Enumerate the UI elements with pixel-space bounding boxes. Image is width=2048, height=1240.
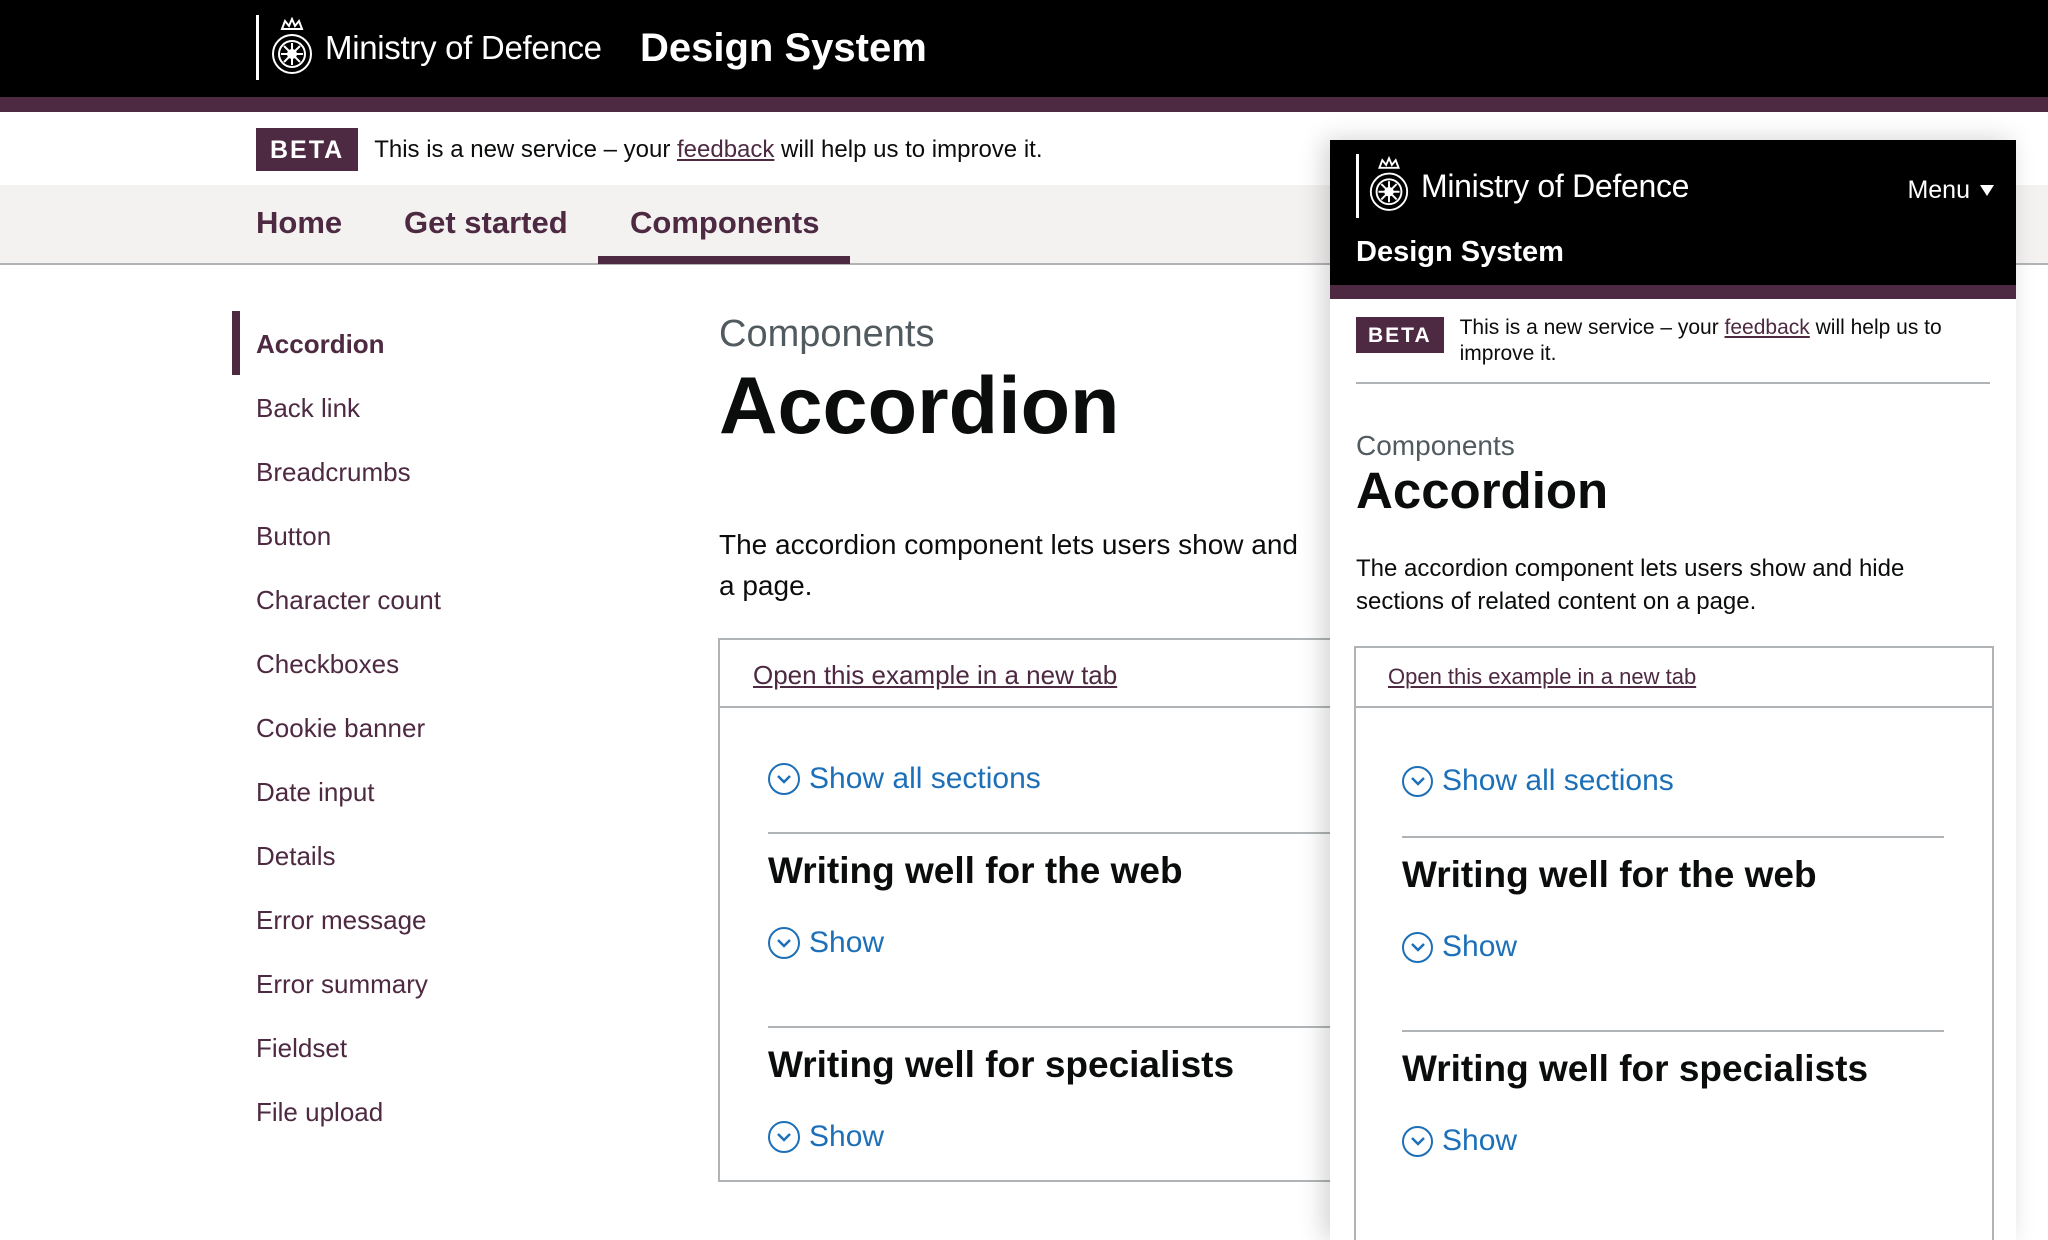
accordion-divider (1402, 836, 1944, 838)
service-title[interactable]: Design System (1356, 236, 1564, 269)
nav-item-home[interactable]: Home (256, 205, 342, 241)
sidebar-item-error-message[interactable]: Error message (256, 905, 427, 936)
phase-banner: BETA This is a new service – your feedba… (1356, 315, 1990, 367)
page-caption: Components (1356, 430, 1515, 461)
sidebar-item-back-link[interactable]: Back link (256, 393, 360, 424)
accordion-heading-2[interactable]: Writing well for specialists (768, 1044, 1234, 1086)
phase-banner: BETA This is a new service – your feedba… (256, 128, 1043, 171)
mobile-logo-link[interactable]: Ministry of Defence (1356, 154, 1689, 218)
accordion-show-button-1[interactable]: Show (1402, 930, 1517, 964)
chevron-down-icon (768, 927, 800, 959)
feedback-link[interactable]: feedback (1725, 316, 1810, 339)
accordion-divider (1402, 1030, 1944, 1032)
royal-crest-icon (1369, 156, 1409, 211)
nav-item-components[interactable]: Components (630, 205, 819, 241)
mobile-header: Ministry of Defence Menu Design System (1330, 140, 2016, 285)
sidebar-item-breadcrumbs[interactable]: Breadcrumbs (256, 457, 411, 488)
sidebar-item-cookie-banner[interactable]: Cookie banner (256, 713, 425, 744)
mobile-preview: Ministry of Defence Menu Design System B… (1330, 140, 2016, 1240)
lead-line-1: The accordion component lets users show … (719, 529, 1298, 560)
accordion-show-label-1: Show (809, 926, 885, 959)
sidebar-item-date-input[interactable]: Date input (256, 777, 375, 808)
example-frame: Open this example in a new tab Show all … (718, 638, 1422, 1182)
accordion-show-button-1[interactable]: Show (768, 926, 884, 960)
org-name: Ministry of Defence (1421, 167, 1690, 204)
accordion-heading-1[interactable]: Writing well for the web (1402, 854, 1817, 896)
show-all-label: Show all sections (1442, 764, 1674, 797)
header-stripe (1330, 285, 2016, 299)
sidebar-item-character-count[interactable]: Character count (256, 585, 441, 616)
open-example-link[interactable]: Open this example in a new tab (753, 660, 1117, 691)
chevron-down-icon (768, 1121, 800, 1153)
page-title: Accordion (719, 361, 1120, 451)
phase-banner-divider (1356, 382, 1990, 384)
chevron-down-icon (1402, 765, 1433, 797)
header-stripe (0, 97, 2048, 112)
sidebar-item-file-upload[interactable]: File upload (256, 1097, 383, 1128)
sidebar-item-fieldset[interactable]: Fieldset (256, 1033, 347, 1064)
logo-divider (256, 15, 259, 80)
lead-paragraph: The accordion component lets users show … (1356, 555, 1905, 615)
sidebar-item-details[interactable]: Details (256, 841, 335, 872)
example-frame: Open this example in a new tab Show all … (1354, 646, 1994, 1240)
site-header: Ministry of Defence Design System (0, 0, 2048, 97)
open-example-link[interactable]: Open this example in a new tab (1388, 664, 1696, 690)
service-title[interactable]: Design System (640, 26, 927, 71)
show-all-sections-button[interactable]: Show all sections (768, 762, 1041, 796)
page-title: Accordion (1356, 462, 1609, 519)
triangle-down-icon (1980, 185, 1994, 196)
phase-text-after: will help us to improve it. (774, 135, 1043, 163)
example-toolbar: Open this example in a new tab (720, 640, 1420, 708)
header-logo-link[interactable]: Ministry of Defence (256, 15, 602, 80)
accordion-show-button-2[interactable]: Show (1402, 1124, 1517, 1158)
chevron-down-icon (768, 763, 800, 795)
accordion-heading-1[interactable]: Writing well for the web (768, 850, 1183, 892)
show-all-label: Show all sections (809, 762, 1041, 795)
page-caption: Components (719, 313, 935, 355)
lead-paragraph: The accordion component lets users show … (719, 524, 1339, 606)
accordion-show-label-2: Show (809, 1120, 885, 1153)
phase-banner-text: This is a new service – your feedback wi… (1460, 315, 1990, 367)
lead-line-2: a page. (719, 570, 813, 601)
nav-item-get-started[interactable]: Get started (404, 205, 568, 241)
beta-tag: BETA (1356, 317, 1444, 353)
sidebar-item-error-summary[interactable]: Error summary (256, 969, 428, 1000)
accordion-divider (768, 1026, 1420, 1028)
sidebar-item-button[interactable]: Button (256, 521, 331, 552)
menu-toggle-button[interactable]: Menu (1907, 176, 1994, 205)
logo-divider (1356, 154, 1359, 218)
example-toolbar: Open this example in a new tab (1356, 648, 1992, 708)
accordion-divider (768, 832, 1420, 834)
royal-crest-icon (272, 16, 312, 74)
sidebar-item-checkboxes[interactable]: Checkboxes (256, 649, 399, 680)
feedback-link[interactable]: feedback (677, 136, 774, 163)
chevron-down-icon (1402, 931, 1433, 963)
phase-text-before: This is a new service – your (374, 135, 677, 163)
accordion-heading-2[interactable]: Writing well for specialists (1402, 1048, 1868, 1090)
beta-tag: BETA (256, 128, 359, 171)
nav-active-indicator (598, 256, 850, 264)
show-all-sections-button[interactable]: Show all sections (1402, 764, 1674, 798)
accordion-show-label-1: Show (1442, 930, 1518, 963)
menu-label: Menu (1907, 176, 1970, 204)
phase-text-before: This is a new service – your (1459, 316, 1725, 339)
phase-banner-text: This is a new service – your feedback wi… (374, 136, 1042, 164)
sidebar-active-indicator (232, 311, 240, 375)
accordion-show-button-2[interactable]: Show (768, 1120, 884, 1154)
sidebar-item-accordion[interactable]: Accordion (256, 329, 385, 360)
accordion-show-label-2: Show (1442, 1124, 1518, 1157)
org-name: Ministry of Defence (325, 28, 602, 66)
